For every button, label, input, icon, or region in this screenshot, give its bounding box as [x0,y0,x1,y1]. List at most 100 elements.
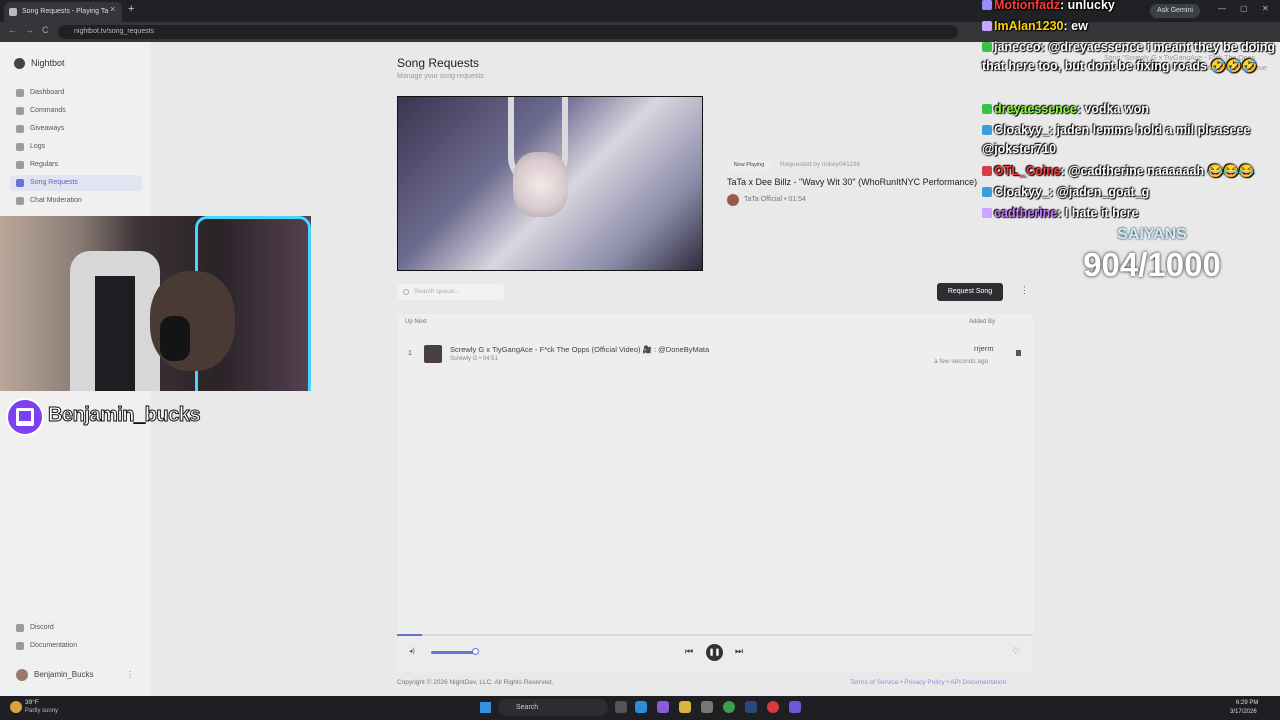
avatar [16,669,28,681]
streamer-name: Benjamin_bucks [48,404,201,427]
sidebar-item-label: Discord [30,624,54,631]
twitch-glyph-inner [19,411,31,421]
chat-message: cadtherine: I hate it here [982,204,1278,223]
commands-icon [16,107,24,115]
chat-username: Cloakyy_ [994,123,1049,137]
windows-start-icon[interactable] [480,702,491,713]
video-player[interactable] [397,96,703,271]
chat-username: ImAlan1230 [994,19,1064,33]
next-button[interactable]: ⏭ [735,646,743,657]
chat-message: Cloakyy_: jaden lemme hold a mil pleasee… [982,123,1251,156]
song-thumbnail [424,345,442,363]
edge-icon[interactable] [635,701,647,713]
reload-icon[interactable]: C [42,25,49,35]
nightbot-favicon-icon [9,8,17,16]
row-number: 1 [408,350,412,357]
chat-text: @cadtherine naaaaaah 😂😂😂 [1068,164,1255,178]
chat-username: OTL_Coins [994,164,1061,178]
sidebar-item-song-requests[interactable]: Song Requests [10,175,142,191]
weather-description: Partly sunny [25,708,59,714]
book-icon [16,642,24,650]
footer-links[interactable]: Terms of Service • Privacy Policy • API … [850,679,1006,686]
url-field[interactable]: nightbot.tv/song_requests [58,25,958,39]
back-icon[interactable]: ← [8,25,17,35]
chat-message: dreyaessence: vodka won [982,100,1278,119]
weather-icon[interactable] [10,701,22,713]
heart-icon[interactable]: ♡ [1012,646,1020,657]
gaming-chair-back [95,276,135,391]
request-song-button[interactable]: Request Song [937,283,1003,301]
search-queue-input[interactable]: Search queue... [398,284,504,300]
browser-tab[interactable]: Song Requests - Playing Ta [4,2,122,22]
page-subtitle: Manage your song requests [397,73,484,80]
clock-date: 3/17/2026 [1230,709,1257,715]
chat-badge-icon [982,166,992,176]
app-icon[interactable] [767,701,779,713]
queue-song-title[interactable]: Screwly G x TiyGangAce - F*ck The Opps (… [450,345,709,354]
headphones-icon [16,179,24,187]
now-playing-badge: Now Playing [727,160,771,170]
forward-icon[interactable]: → [25,25,34,35]
chat-badge-icon [982,42,992,52]
chat-badge-icon [982,21,992,31]
user-account[interactable]: Benjamin_Bucks ⋮ [10,666,140,684]
headset [160,316,190,361]
volume-fill [431,651,477,654]
taskbar-search[interactable]: Search [498,699,608,716]
chat-text: unlucky [1067,0,1115,12]
progress-bar[interactable] [397,634,1033,636]
kebab-menu-icon[interactable]: ⋮ [126,666,134,684]
queue-menu-icon[interactable]: ⋮ [1020,285,1029,296]
sidebar-item-regulars[interactable]: Regulars [10,157,142,173]
shield-icon [16,197,24,205]
sidebar-item-label: Documentation [30,642,78,649]
sidebar-item-label: Commands [30,107,66,114]
tab-close-icon[interactable]: × [110,4,115,14]
search-placeholder: Search queue... [414,288,460,295]
copilot-icon[interactable] [657,701,669,713]
steam-icon[interactable] [745,701,757,713]
queue-added-by: rrjerm [974,344,994,353]
sidebar-item-giveaways[interactable]: Giveaways [10,121,142,137]
sidebar-item-label: Dashboard [30,89,65,96]
volume-icon[interactable]: ◂) [409,647,415,655]
chat-username: Cloakyy_ [994,185,1049,199]
discord-taskbar-icon[interactable] [789,701,801,713]
column-header-added-by: Added By [969,319,996,325]
chat-message: Motionfadz: unlucky [982,0,1278,15]
chat-message: Cloakyy_: @jaden_goat_g [982,183,1278,202]
nightbot-logo-icon [14,58,25,69]
user-name: Benjamin_Bucks [34,670,94,679]
sidebar-item-chat-moderation[interactable]: Chat Moderation [10,193,142,209]
sidebar-item-logs[interactable]: Logs [10,139,142,155]
video-frame-pendant [513,152,568,217]
chat-text: ew [1071,19,1088,33]
sidebar-item-commands[interactable]: Commands [10,103,142,119]
chrome-icon[interactable] [723,701,735,713]
page-title: Song Requests [397,56,480,70]
sidebar-item-dashboard[interactable]: Dashboard [10,85,142,101]
new-tab-button[interactable]: + [128,3,134,15]
sidebar-item-label: Chat Moderation [30,197,82,204]
settings-icon[interactable] [701,701,713,713]
previous-button[interactable]: ⏮ [685,646,693,657]
chat-message: janeceo: @dreyaessence i meant they be d… [982,40,1276,73]
chat-badge-icon [982,208,992,218]
task-view-icon[interactable] [615,701,627,713]
column-header-up-next: Up Next [405,319,427,325]
chat-username: janeceo [994,40,1041,54]
file-explorer-icon[interactable] [679,701,691,713]
progress-fill [397,634,423,636]
chat-message: ImAlan1230: ew [982,17,1278,36]
logs-icon [16,143,24,151]
sidebar-item-discord[interactable]: Discord [10,620,142,636]
chat-username: dreyaessence [994,102,1077,116]
channel-avatar [727,194,739,206]
webcam-feed [0,216,311,391]
requested-by: Requested by mikey041196 [780,161,861,168]
brand-name: Nightbot [31,58,65,68]
trash-icon[interactable] [1016,350,1021,356]
pause-button[interactable]: ❚❚ [706,644,723,661]
now-playing-title[interactable]: TaTa x Dee Billz - "Wavy Wit 30" (WhoRun… [727,177,977,187]
sidebar-item-documentation[interactable]: Documentation [10,638,142,654]
